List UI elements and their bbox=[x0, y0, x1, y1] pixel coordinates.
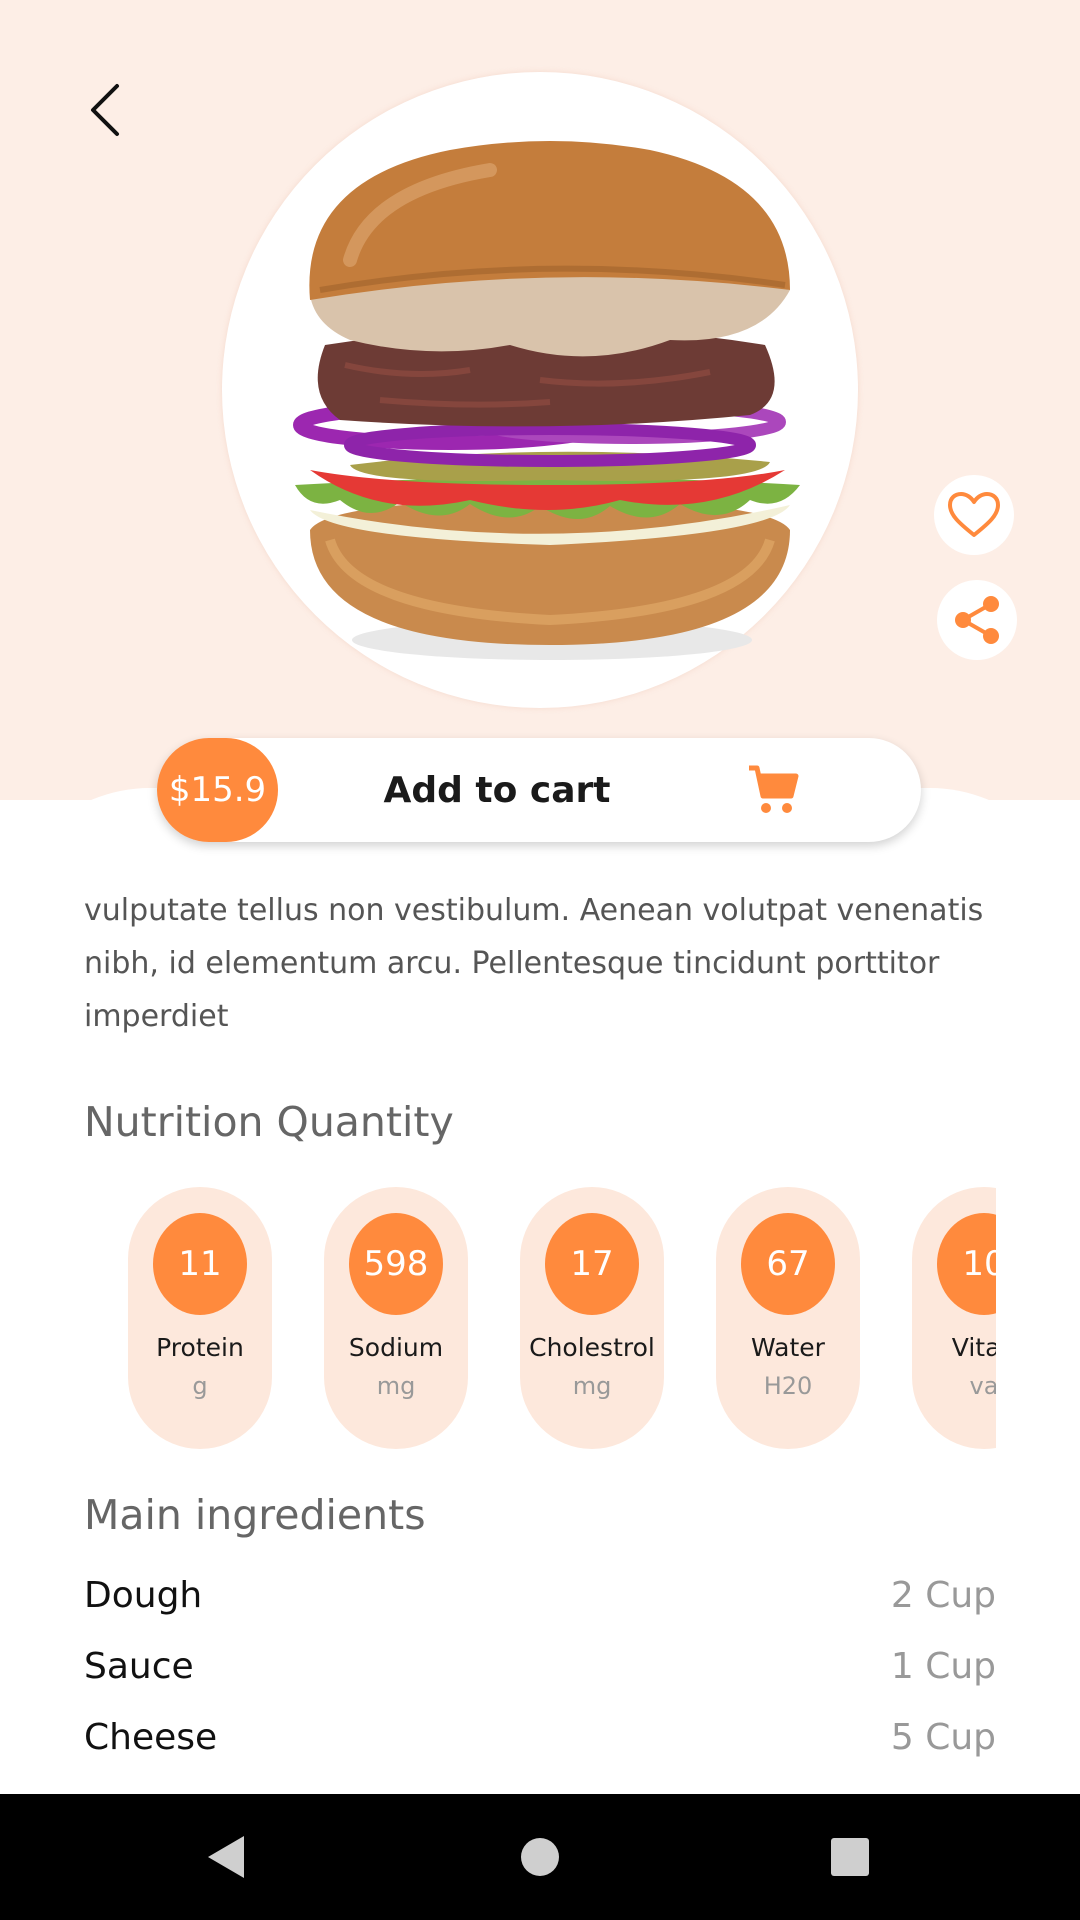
ingredient-name: Sauce bbox=[84, 1645, 194, 1687]
ingredient-quantity: 5 Cup bbox=[890, 1716, 996, 1758]
heart-icon bbox=[948, 492, 1000, 537]
nutrition-chip-vitamin[interactable]: 10 Vitan va bbox=[912, 1187, 996, 1449]
nutrition-unit: g bbox=[192, 1372, 208, 1400]
nutrition-name: Protein bbox=[156, 1333, 244, 1362]
nutrition-value: 67 bbox=[741, 1213, 835, 1315]
ingredient-quantity: 1 Cup bbox=[890, 1645, 996, 1687]
nutrition-value: 598 bbox=[349, 1213, 443, 1315]
share-icon bbox=[955, 596, 999, 644]
nav-recents-icon[interactable] bbox=[825, 1832, 875, 1882]
nutrition-chip-water[interactable]: 67 Water H20 bbox=[716, 1187, 860, 1449]
product-detail-screen: $15.9 Add to cart vulputate tellus non v… bbox=[0, 0, 1080, 1920]
nutrition-name: Vitan bbox=[951, 1333, 996, 1362]
ingredient-row: Dough 2 Cup bbox=[84, 1565, 996, 1625]
nutrition-title: Nutrition Quantity bbox=[84, 1098, 454, 1146]
nutrition-unit: H20 bbox=[763, 1372, 813, 1400]
nutrition-unit: mg bbox=[376, 1372, 416, 1400]
price-badge: $15.9 bbox=[157, 738, 278, 842]
nutrition-value: 10 bbox=[937, 1213, 996, 1315]
nutrition-value: 11 bbox=[153, 1213, 247, 1315]
ingredient-name: Dough bbox=[84, 1574, 203, 1616]
nutrition-unit: mg bbox=[572, 1372, 612, 1400]
back-button[interactable] bbox=[70, 75, 140, 145]
nutrition-name: Water bbox=[751, 1333, 825, 1362]
hero-section bbox=[0, 0, 1080, 800]
share-button[interactable] bbox=[937, 580, 1017, 660]
nav-home-icon[interactable] bbox=[515, 1832, 565, 1882]
favorite-button[interactable] bbox=[934, 475, 1014, 555]
product-description: vulputate tellus non vestibulum. Aenean … bbox=[84, 893, 984, 1034]
ingredient-quantity: 2 Cup bbox=[890, 1574, 996, 1616]
nutrition-name: Sodium bbox=[348, 1333, 444, 1362]
nutrition-chip-cholestrol[interactable]: 17 Cholestrol mg bbox=[520, 1187, 664, 1449]
add-to-cart-label: Add to cart bbox=[383, 769, 611, 811]
burger-image bbox=[293, 141, 800, 660]
system-navigation-bar bbox=[0, 1794, 1080, 1920]
shopping-cart-icon bbox=[749, 765, 799, 813]
chevron-left-icon bbox=[91, 84, 119, 136]
ingredient-row: Cheese 5 Cup bbox=[84, 1707, 996, 1767]
ingredient-name: Cheese bbox=[84, 1716, 218, 1758]
add-to-cart-button[interactable]: $15.9 Add to cart bbox=[157, 738, 921, 842]
ingredient-row: Sauce 1 Cup bbox=[84, 1636, 996, 1696]
nutrition-chip-sodium[interactable]: 598 Sodium mg bbox=[324, 1187, 468, 1449]
nutrition-chip-protein[interactable]: 11 Protein g bbox=[128, 1187, 272, 1449]
nutrition-value: 17 bbox=[545, 1213, 639, 1315]
nav-back-icon[interactable] bbox=[202, 1832, 252, 1882]
nutrition-list[interactable]: 11 Protein g 598 Sodium mg 17 Cholestrol… bbox=[128, 1187, 996, 1449]
ingredients-title: Main ingredients bbox=[84, 1491, 426, 1539]
nutrition-unit: va bbox=[969, 1372, 996, 1400]
nutrition-name: Cholestrol bbox=[529, 1333, 655, 1362]
